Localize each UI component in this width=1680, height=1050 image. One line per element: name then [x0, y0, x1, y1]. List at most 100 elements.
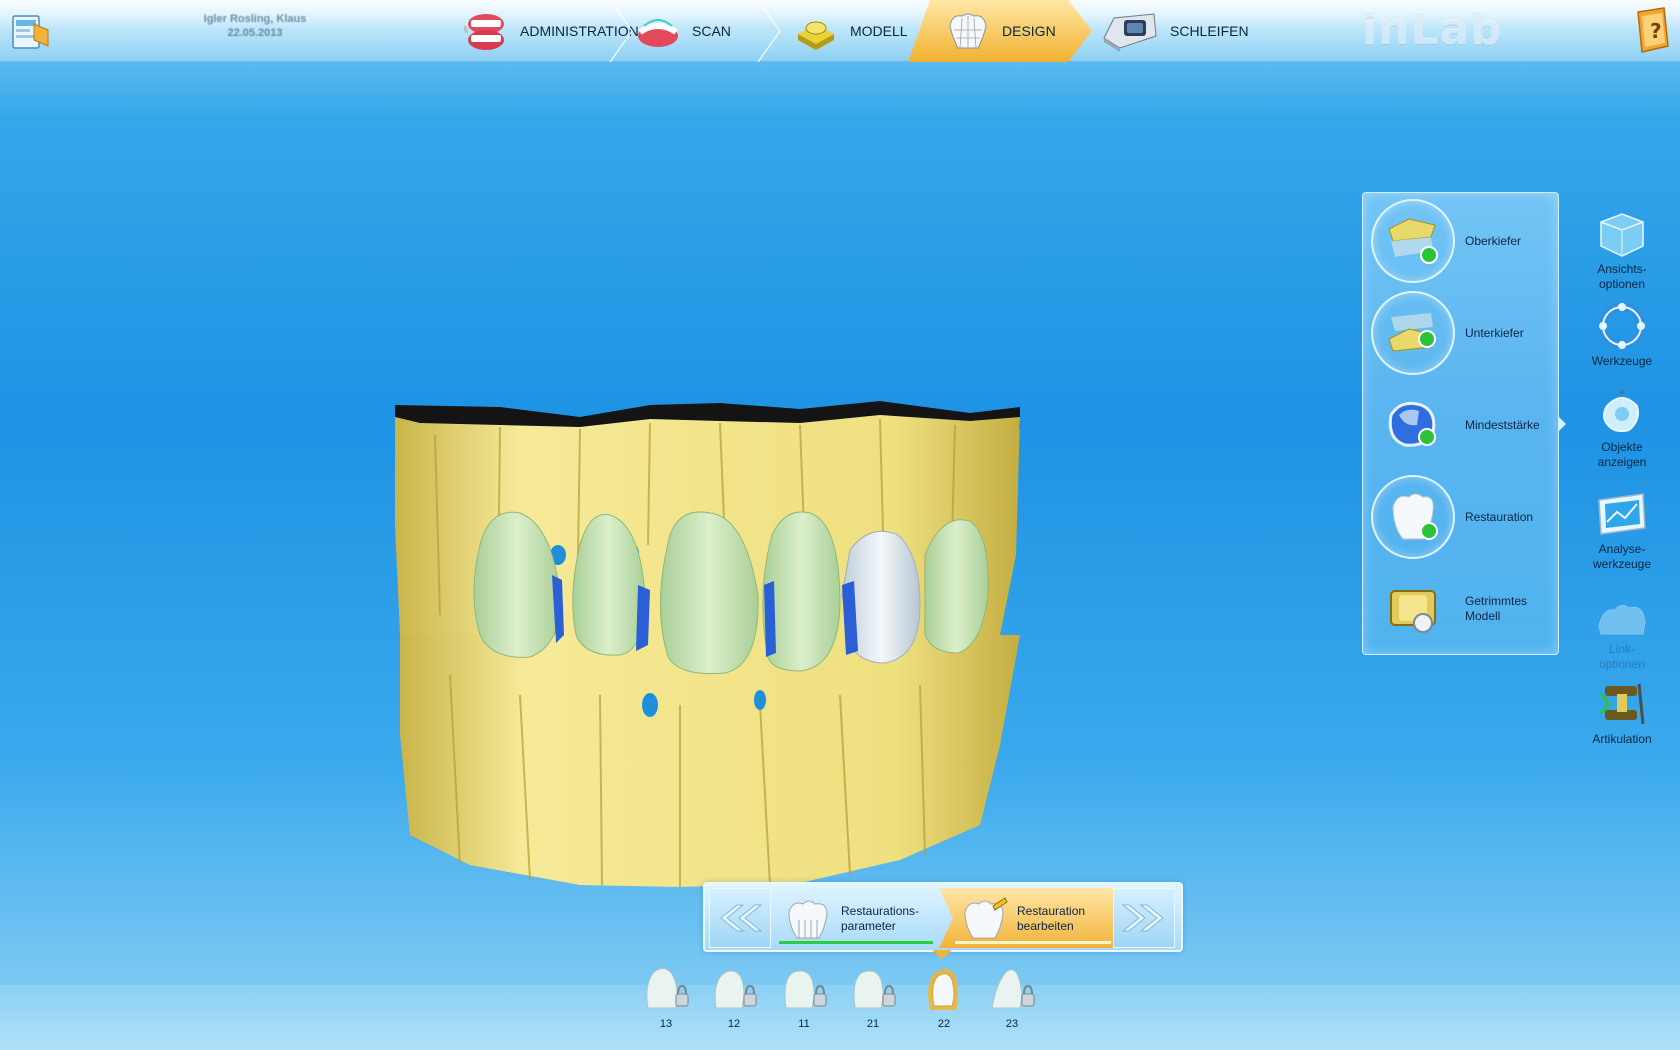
workflow-next-button[interactable]	[1113, 888, 1175, 948]
workflow-pointer	[932, 950, 952, 959]
step-schleifen[interactable]: SCHLEIFEN	[1100, 0, 1249, 62]
dentures-icon	[463, 14, 504, 50]
svg-text:?: ?	[1650, 19, 1662, 43]
tooth-22-number: 22	[937, 1018, 951, 1030]
locked-tooth-icon	[646, 968, 689, 1009]
linkoptionen-label-2: optionen	[1598, 657, 1646, 671]
step-design[interactable]: DESIGN	[944, 0, 1056, 62]
restauration-bearbeiten-label-2: bearbeiten	[1017, 919, 1074, 933]
tooth-22-selected[interactable]: 22	[916, 964, 972, 1030]
objekte-anzeigen-label-1: Objekte	[1601, 440, 1643, 454]
step-active-bar	[955, 941, 1111, 944]
contact-marker	[764, 581, 776, 657]
toggle-oberkiefer[interactable]: Oberkiefer	[1363, 197, 1560, 285]
objekte-anzeigen-button[interactable]: Objekte anzeigen	[1580, 390, 1664, 470]
mindeststaerke-label: Mindeststärke	[1465, 417, 1540, 432]
toggle-mindeststaerke[interactable]: Mindeststärke	[1363, 381, 1560, 469]
view-cube-icon	[1600, 213, 1644, 257]
oberkiefer-label: Oberkiefer	[1465, 233, 1522, 248]
link-options-icon	[1598, 604, 1646, 635]
show-objects-icon	[1603, 390, 1639, 433]
step-separator	[757, 0, 781, 62]
patient-name: Igler Rosling, Klaus	[203, 13, 307, 25]
lower-jaw-icon	[1388, 313, 1436, 352]
crown-23[interactable]	[924, 519, 989, 654]
tooth-11[interactable]: 11	[776, 964, 832, 1030]
toggle-getrimmtes-modell[interactable]: Getrimmtes Modell	[1363, 565, 1560, 653]
min-thickness-icon	[1388, 401, 1436, 447]
selected-tooth-icon	[928, 969, 958, 1010]
restauration-label: Restauration	[1465, 509, 1534, 524]
tooth-13[interactable]: 13	[638, 964, 694, 1030]
analysis-tools-icon	[1598, 493, 1646, 535]
tools-ring-icon	[1599, 303, 1645, 349]
model-base-icon	[798, 21, 834, 50]
inlab-logo: inLab	[1362, 4, 1503, 55]
toggle-unterkiefer[interactable]: Unterkiefer	[1363, 289, 1560, 377]
step-design-label: DESIGN	[1002, 23, 1056, 39]
step-schleifen-label: SCHLEIFEN	[1170, 23, 1249, 39]
panel-pointer	[1559, 417, 1566, 431]
milling-unit-icon	[1103, 13, 1157, 52]
tooth-23[interactable]: 23	[984, 964, 1040, 1030]
tooth-12[interactable]: 12	[706, 964, 762, 1030]
articulator-icon	[1599, 683, 1645, 725]
ansichtsoptionen-label-1: Ansichts-	[1597, 262, 1647, 276]
step-scan[interactable]: SCAN	[634, 0, 731, 62]
tooth-21[interactable]: 21	[845, 964, 901, 1030]
step-modell-label: MODELL	[850, 23, 908, 39]
restaurationsparameter-label: Restaurations- parameter	[841, 904, 919, 934]
workflow-step-restaurationsparameter[interactable]: Restaurations- parameter	[775, 888, 945, 948]
objekte-anzeigen-label-2: anzeigen	[1597, 455, 1647, 469]
top-bar: Igler Rosling, Klaus 22.05.2013 ADMINIST…	[0, 0, 1680, 62]
dental-model-viewport[interactable]	[380, 395, 1040, 890]
help-book-icon[interactable]: ?	[1632, 6, 1674, 54]
tooth-21-number: 21	[866, 1018, 880, 1030]
analysewerkzeuge-label-1: Analyse-	[1598, 542, 1646, 556]
locked-tooth-icon	[853, 970, 896, 1009]
tooth-23-number: 23	[1005, 1018, 1019, 1030]
restauration-bearbeiten-label-1: Restauration	[1017, 904, 1086, 918]
toggle-restauration[interactable]: Restauration	[1363, 473, 1560, 561]
artikulation-label: Artikulation	[1592, 732, 1652, 746]
upper-jaw-icon	[1388, 218, 1438, 264]
ansichtsoptionen-button[interactable]: Ansichts- optionen	[1580, 212, 1664, 292]
linkoptionen-label-1: Link-	[1608, 642, 1635, 656]
crown-parameters-icon	[788, 900, 828, 939]
restauration-bearbeiten-label: Restauration bearbeiten	[1017, 904, 1085, 934]
locked-tooth-icon	[784, 970, 827, 1009]
design-workflow-bar: Restaurations- parameter Restauration be…	[703, 882, 1183, 952]
linkoptionen-button: Link- optionen	[1580, 598, 1664, 672]
restaurationsparameter-label-2: parameter	[841, 919, 896, 933]
step-separator	[609, 0, 633, 62]
artikulation-button[interactable]: Artikulation	[1580, 680, 1664, 747]
getrimmtes-modell-label-line2: Modell	[1465, 609, 1501, 623]
step-modell[interactable]: MODELL	[792, 0, 908, 62]
restoration-icon	[1392, 493, 1438, 540]
tooth-selector-strip	[0, 985, 1680, 1050]
model-visibility-panel: Oberkiefer Unterkiefer Mindeststärke Res…	[1362, 192, 1559, 655]
app-menu-icon[interactable]	[10, 10, 50, 52]
getrimmtes-modell-label-line1: Getrimmtes	[1465, 594, 1528, 608]
workflow-step-restauration-bearbeiten[interactable]: Restauration bearbeiten	[939, 888, 1119, 948]
patient-info: Igler Rosling, Klaus 22.05.2013	[190, 12, 320, 40]
analysewerkzeuge-label-2: werkzeuge	[1592, 557, 1652, 571]
analysewerkzeuge-button[interactable]: Analyse- werkzeuge	[1580, 492, 1664, 572]
getrimmtes-modell-label: Getrimmtes Modell	[1465, 594, 1527, 624]
crown-mesh-icon	[949, 13, 987, 49]
werkzeuge-button[interactable]: Werkzeuge	[1580, 302, 1664, 369]
locked-tooth-icon	[714, 970, 757, 1009]
ansichtsoptionen-label-2: optionen	[1598, 277, 1646, 291]
locked-tooth-icon	[991, 969, 1035, 1009]
tooth-11-number: 11	[798, 1018, 810, 1030]
contact-marker	[636, 585, 650, 651]
tooth-13-number: 13	[659, 1018, 673, 1030]
step-scan-label: SCAN	[692, 23, 731, 39]
workflow-back-button[interactable]	[709, 888, 771, 948]
trimmed-model-icon	[1390, 590, 1436, 633]
restaurationsparameter-label-1: Restaurations-	[841, 904, 920, 918]
tooth-12-number: 12	[727, 1018, 741, 1030]
double-chevron-left-icon	[720, 904, 763, 932]
double-chevron-right-icon	[1121, 904, 1164, 932]
step-complete-bar	[779, 941, 933, 944]
